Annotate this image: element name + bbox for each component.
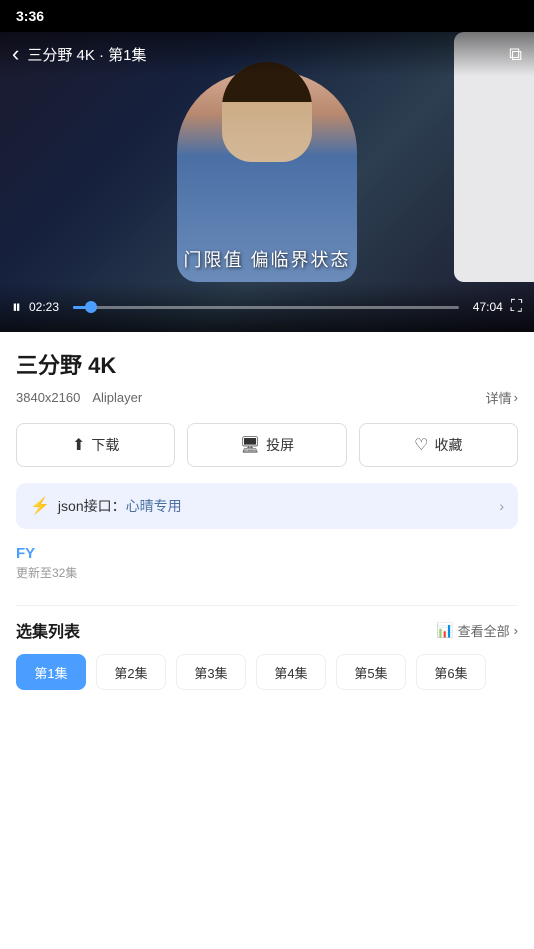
view-all-label: 查看全部	[458, 621, 510, 640]
cast-button[interactable]: 🖥 投屏	[187, 423, 346, 467]
show-meta: 3840x2160 Aliplayer 详情 ›	[16, 388, 518, 407]
content-area: 三分野 4K 3840x2160 Aliplayer 详情 ›	[0, 332, 534, 407]
video-player[interactable]: 门限值 偏临界状态 ‹ 三分野 4K · 第1集 ⧉ ⏸ 02:23 47:04…	[0, 32, 534, 332]
cast-label: 投屏	[266, 435, 294, 455]
chart-icon: 📊	[436, 622, 453, 639]
favorite-label: 收藏	[434, 435, 462, 455]
total-time: 47:04	[467, 300, 503, 314]
source-name: FY	[16, 545, 518, 562]
status-time: 3:36	[16, 8, 44, 24]
episode-list: 第1集第2集第3集第4集第5集第6集	[16, 654, 518, 694]
api-arrow-icon: ›	[499, 498, 504, 514]
episode-item[interactable]: 第5集	[336, 654, 406, 690]
progress-bar[interactable]	[73, 306, 459, 309]
api-text: json接口：心晴专用	[58, 496, 499, 516]
episode-item[interactable]: 第1集	[16, 654, 86, 690]
episode-item[interactable]: 第2集	[96, 654, 166, 690]
episode-item[interactable]: 第4集	[256, 654, 326, 690]
show-player: Aliplayer	[92, 390, 142, 405]
episode-header: 选集列表 📊 查看全部 ›	[16, 618, 518, 642]
detail-link[interactable]: 详情 ›	[486, 388, 518, 407]
action-buttons: ⬆ 下载 🖥 投屏 ♡ 收藏	[0, 423, 534, 467]
cast-icon: 🖥	[240, 435, 260, 455]
api-prefix: json接口：	[58, 498, 126, 514]
api-banner[interactable]: ⚡ json接口：心晴专用 ›	[16, 483, 518, 529]
view-all-button[interactable]: 📊 查看全部 ›	[436, 621, 518, 640]
view-all-arrow-icon: ›	[514, 623, 518, 638]
api-value: 心晴专用	[126, 498, 182, 514]
source-update: 更新至32集	[16, 564, 518, 581]
lightning-icon: ⚡	[30, 496, 50, 516]
source-info: FY 更新至32集	[0, 545, 534, 593]
show-title: 三分野 4K	[16, 348, 518, 380]
episode-section: 选集列表 📊 查看全部 › 第1集第2集第3集第4集第5集第6集	[0, 618, 534, 694]
fullscreen-button[interactable]: ⛶	[511, 298, 522, 316]
play-pause-button[interactable]: ⏸	[12, 297, 21, 318]
episode-section-title: 选集列表	[16, 618, 80, 642]
show-resolution: 3840x2160	[16, 390, 80, 405]
video-subtitle: 门限值 偏临界状态	[183, 246, 350, 272]
favorite-button[interactable]: ♡ 收藏	[359, 423, 518, 467]
back-button[interactable]: ‹	[12, 41, 19, 67]
episode-item[interactable]: 第3集	[176, 654, 246, 690]
pip-button[interactable]: ⧉	[509, 44, 522, 65]
heart-icon: ♡	[414, 435, 428, 455]
person-head	[222, 62, 312, 162]
download-button[interactable]: ⬆ 下载	[16, 423, 175, 467]
episode-item[interactable]: 第6集	[416, 654, 486, 690]
current-time: 02:23	[29, 300, 65, 314]
video-title: 三分野 4K · 第1集	[27, 44, 509, 65]
progress-thumb[interactable]	[85, 301, 97, 313]
download-label: 下载	[91, 435, 119, 455]
player-controls: ⏸ 02:23 47:04 ⛶	[0, 282, 534, 332]
status-bar: 3:36	[0, 0, 534, 32]
download-icon: ⬆	[72, 435, 85, 455]
video-top-bar: ‹ 三分野 4K · 第1集 ⧉	[0, 32, 534, 76]
divider	[16, 605, 518, 606]
